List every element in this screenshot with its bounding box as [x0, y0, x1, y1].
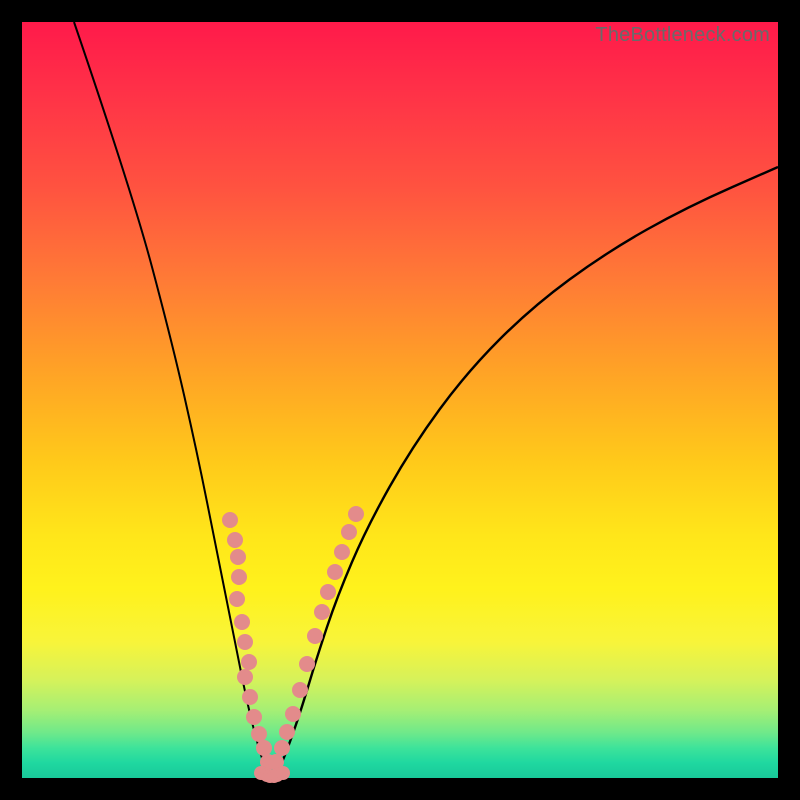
markers-left — [222, 512, 276, 770]
chart-svg — [22, 22, 778, 778]
data-marker — [231, 569, 247, 585]
data-marker — [279, 724, 295, 740]
data-marker — [234, 614, 250, 630]
data-marker — [292, 682, 308, 698]
chart-area: TheBottleneck.com — [22, 22, 778, 778]
data-marker — [274, 740, 290, 756]
data-marker — [256, 740, 272, 756]
data-marker — [341, 524, 357, 540]
data-marker — [237, 669, 253, 685]
data-marker — [307, 628, 323, 644]
data-marker — [251, 726, 267, 742]
data-marker — [348, 506, 364, 522]
data-marker — [285, 706, 301, 722]
data-marker — [327, 564, 343, 580]
data-marker — [299, 656, 315, 672]
data-marker — [246, 709, 262, 725]
data-marker — [334, 544, 350, 560]
data-marker — [242, 689, 258, 705]
data-marker — [314, 604, 330, 620]
data-marker — [237, 634, 253, 650]
data-marker — [229, 591, 245, 607]
markers-right — [268, 506, 364, 770]
data-marker — [227, 532, 243, 548]
data-marker — [276, 766, 290, 780]
data-marker — [222, 512, 238, 528]
data-marker — [320, 584, 336, 600]
data-marker — [230, 549, 246, 565]
data-marker — [241, 654, 257, 670]
curve-right-branch — [272, 167, 778, 776]
watermark-text: TheBottleneck.com — [595, 24, 770, 47]
